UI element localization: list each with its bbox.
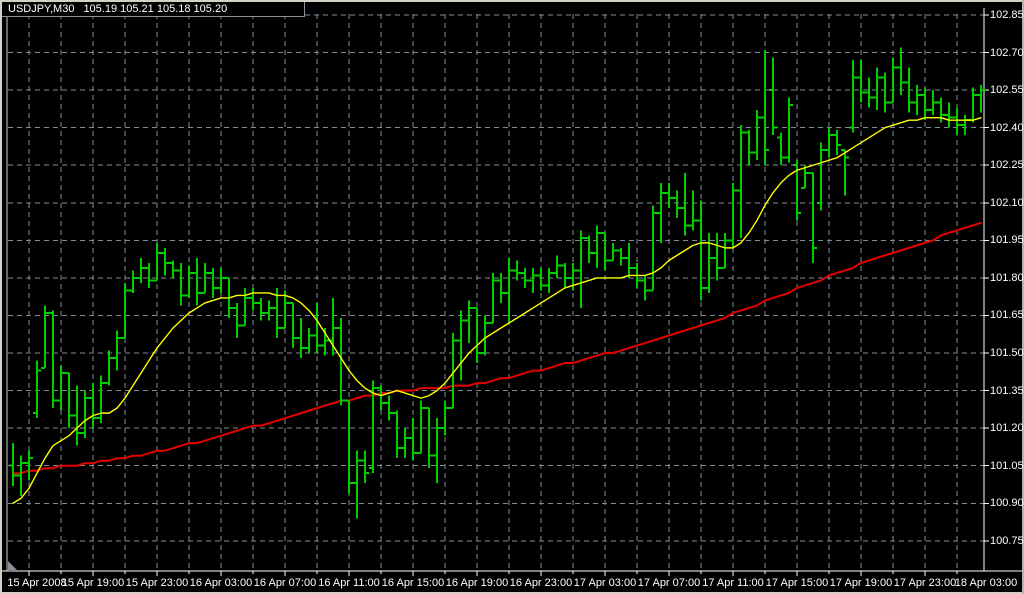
- ma-slow-line: [13, 223, 981, 473]
- y-axis-label: 101.95: [990, 234, 1024, 246]
- y-axis-label: 101.20: [990, 422, 1024, 434]
- y-axis-label: 102.70: [990, 47, 1024, 59]
- chart-title-quotes: 105.19 105.21 105.18 105.20: [83, 3, 227, 15]
- x-axis-label: 16 Apr 11:00: [313, 577, 385, 589]
- y-axis-label: 100.90: [990, 497, 1024, 509]
- y-axis-label: 101.65: [990, 309, 1024, 321]
- y-axis-label: 102.85: [990, 9, 1024, 21]
- y-axis-label: 101.05: [990, 460, 1024, 472]
- y-axis-label: 101.80: [990, 272, 1024, 284]
- chart-window: USDJPY,M30 105.19 105.21 105.18 105.20 10…: [0, 0, 1024, 594]
- x-axis-label: 16 Apr 07:00: [249, 577, 321, 589]
- ma-fast-line: [13, 118, 981, 504]
- x-axis-label: 18 Apr 03:00: [950, 577, 1022, 589]
- window-frame-left: [0, 0, 2, 594]
- y-axis-label: 101.50: [990, 347, 1024, 359]
- price-chart[interactable]: [0, 0, 1024, 594]
- x-axis-label: 17 Apr 07:00: [633, 577, 705, 589]
- y-axis-label: 101.35: [990, 385, 1024, 397]
- y-axis-label: 102.25: [990, 159, 1024, 171]
- x-axis-label: 15 Apr 19:00: [57, 577, 129, 589]
- y-axis-label: 102.10: [990, 197, 1024, 209]
- chart-shift-triangle-icon: [8, 561, 17, 570]
- chart-title: USDJPY,M30 105.19 105.21 105.18 105.20: [2, 2, 305, 17]
- x-axis-label: 16 Apr 23:00: [505, 577, 577, 589]
- x-axis-label: 16 Apr 15:00: [377, 577, 449, 589]
- x-axis-label: 16 Apr 19:00: [441, 577, 513, 589]
- x-axis-label: 17 Apr 03:00: [569, 577, 641, 589]
- y-axis-label: 102.40: [990, 122, 1024, 134]
- x-axis-label: 16 Apr 03:00: [185, 577, 257, 589]
- chart-title-symbol: USDJPY,M30: [8, 3, 74, 15]
- x-axis-label: 17 Apr 15:00: [761, 577, 833, 589]
- y-axis-label: 100.75: [990, 535, 1024, 547]
- y-axis-label: 102.55: [990, 84, 1024, 96]
- x-axis-label: 15 Apr 23:00: [121, 577, 193, 589]
- x-axis-label: 17 Apr 11:00: [697, 577, 769, 589]
- x-axis-label: 17 Apr 19:00: [825, 577, 897, 589]
